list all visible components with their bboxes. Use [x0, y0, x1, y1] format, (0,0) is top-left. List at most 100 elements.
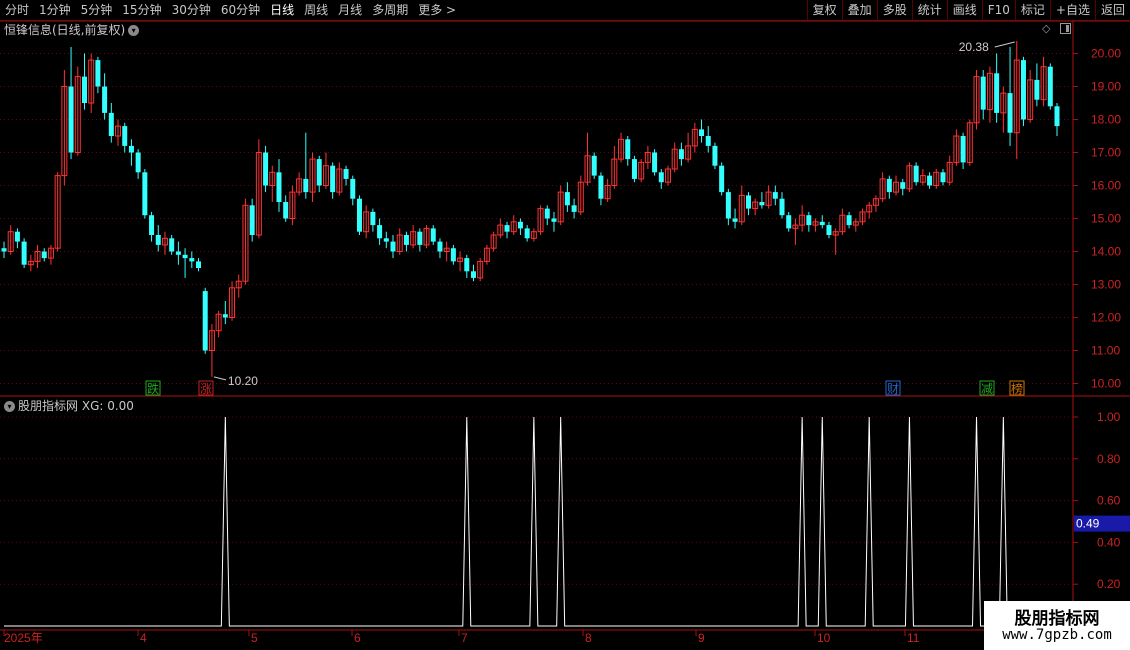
candle-body-down — [745, 195, 751, 209]
candle-body-down — [390, 241, 396, 252]
candle-body-down — [940, 172, 946, 183]
candle-body-down — [806, 215, 812, 226]
price-tick-label: 13.00 — [1091, 278, 1121, 292]
candle-body-down — [470, 271, 476, 278]
time-tick-label: 2025年 — [4, 631, 43, 645]
candle-body-down — [625, 139, 631, 160]
candle-body-down — [1034, 79, 1040, 100]
candle-body-down — [41, 251, 47, 259]
candle-body-down — [994, 73, 1000, 113]
price-tick-label: 14.00 — [1091, 245, 1121, 259]
candle-body-down — [819, 221, 825, 226]
candle-body-down — [826, 225, 832, 235]
candle-body-down — [759, 202, 765, 206]
candle-body-down — [350, 178, 356, 199]
time-tick-label: 11 — [907, 631, 920, 645]
price-tick-label: 16.00 — [1091, 179, 1121, 193]
candle-body-down — [21, 241, 27, 265]
candle-body-down — [403, 235, 409, 245]
event-marker: 财 — [887, 382, 899, 396]
candle-body-down — [886, 178, 892, 193]
candle-body-down — [189, 258, 195, 262]
candle-body-down — [913, 165, 919, 183]
price-tick-label: 15.00 — [1091, 212, 1121, 226]
candle-body-down — [725, 192, 731, 219]
candle-body-down — [437, 241, 443, 252]
event-marker: 跌 — [147, 381, 159, 396]
candle-body-down — [927, 175, 933, 186]
time-tick-label: 9 — [698, 631, 705, 645]
candle-body-down — [1047, 66, 1053, 107]
candle-body-down — [202, 291, 208, 351]
candle-body-down — [316, 159, 322, 186]
candle-body-down — [330, 165, 336, 193]
time-tick-label: 7 — [461, 631, 468, 645]
candle-body-down — [81, 76, 87, 103]
candle-body-down — [142, 172, 148, 216]
candle-body-down — [598, 175, 604, 199]
candle-body-down — [370, 211, 376, 226]
candle-body-down — [464, 258, 470, 272]
candle-body-down — [846, 215, 852, 226]
price-tick-label: 17.00 — [1091, 146, 1121, 160]
candle-body-down — [900, 182, 906, 189]
candle-body-down — [417, 231, 423, 245]
candle-body-down — [430, 228, 436, 242]
candle-body-down — [303, 178, 309, 193]
candle-body-down — [504, 225, 510, 232]
candle-body-down — [343, 169, 349, 179]
watermark-url: www.7gpzb.com — [1002, 627, 1112, 643]
low-price-label: 10.20 — [228, 374, 258, 388]
candle-body-down — [108, 112, 114, 136]
watermark-name: 股朋指标网 — [1014, 609, 1100, 629]
price-tick-label: 12.00 — [1091, 311, 1121, 325]
candle-body-down — [699, 129, 705, 136]
time-tick-label: 10 — [817, 631, 831, 645]
candle-body-down — [383, 238, 389, 242]
candle-body-down — [128, 145, 134, 153]
high-arrow — [994, 41, 1015, 48]
candle-body-down — [283, 202, 289, 219]
candle-body-down — [102, 86, 108, 113]
candle-body-down — [960, 136, 966, 163]
candle-body-down — [1020, 60, 1026, 120]
current-value-label: 0.49 — [1076, 517, 1100, 531]
candle-body-down — [155, 235, 161, 245]
candle-body-down — [1054, 106, 1060, 127]
indicator-tick-label: 0.60 — [1097, 494, 1121, 508]
chart-canvas[interactable]: 20.00 19.00 18.00 17.00 16.00 15.00 14.00 13.00… — [0, 0, 1130, 650]
price-tick-label: 18.00 — [1091, 113, 1121, 127]
price-tick-label: 19.00 — [1091, 80, 1121, 94]
time-tick-label: 6 — [354, 631, 361, 645]
xg-signal-line — [4, 416, 1057, 627]
candle-body-down — [14, 231, 20, 242]
candle-body-down — [591, 155, 597, 176]
indicator-tick-label: 0.80 — [1097, 452, 1121, 466]
price-tick-label: 10.00 — [1091, 377, 1121, 391]
candle-body-down — [249, 205, 255, 235]
event-marker: 榜 — [1011, 381, 1023, 396]
candle-body-down — [786, 215, 792, 229]
candle-body-down — [524, 228, 530, 239]
candle-body-down — [517, 221, 523, 229]
candle-body-down — [712, 145, 718, 166]
candle-body-down — [779, 198, 785, 216]
high-price-label: 20.38 — [959, 40, 989, 54]
candle-body-down — [772, 192, 778, 199]
candle-body-down — [196, 261, 202, 268]
price-tick-label: 11.00 — [1091, 344, 1120, 358]
time-tick-label: 8 — [585, 631, 592, 645]
candle-body-down — [169, 238, 175, 252]
candle-body-down — [564, 192, 570, 206]
candle-body-down — [175, 251, 181, 255]
candle-body-down — [95, 60, 101, 87]
candle-body-down — [135, 152, 141, 173]
time-tick-label: 5 — [251, 631, 258, 645]
watermark: 股朋指标网 www.7gpzb.com — [984, 601, 1130, 650]
candle-body-down — [122, 126, 128, 146]
candle-body-down — [544, 208, 550, 219]
candle-body-down — [652, 152, 658, 173]
candle-body-down — [631, 159, 637, 179]
indicator-tick-label: 1.00 — [1097, 410, 1121, 424]
candle-body-down — [658, 172, 664, 183]
